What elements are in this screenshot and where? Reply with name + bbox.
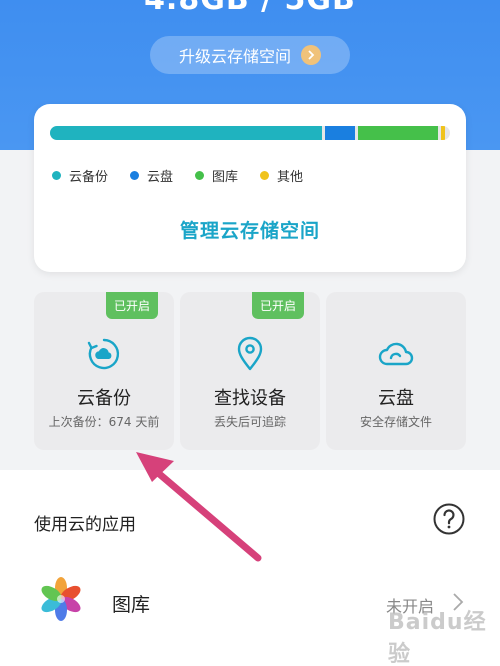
usage-segment	[358, 126, 438, 140]
legend-dot	[260, 171, 270, 180]
legend-dot	[130, 171, 140, 180]
legend-dot	[195, 171, 205, 180]
cloud-backup-icon	[87, 338, 120, 370]
gallery-pinwheel-icon	[41, 577, 81, 621]
location-pin-icon	[237, 336, 263, 371]
tile-title: 查找设备	[214, 388, 286, 409]
tile-subtitle: 上次备份：674 天前	[48, 415, 160, 429]
upgrade-storage-label: 升级云存储空间	[178, 47, 291, 66]
legend-label: 图库	[212, 170, 239, 185]
app-name: 图库	[112, 594, 151, 616]
tile-title: 云备份	[77, 388, 131, 409]
manage-storage-link[interactable]: 管理云存储空间	[34, 216, 466, 243]
chevron-right-icon	[301, 45, 321, 65]
tile-cloud-backup[interactable]: 已开启 云备份 上次备份：674 天前	[34, 292, 174, 450]
storage-legend: 云备份 云盘 图库 其他	[52, 166, 303, 185]
storage-card: 云备份 云盘 图库 其他 管理云存储空间	[34, 104, 466, 272]
feature-tiles: 已开启 云备份 上次备份：674 天前 已开启 查找设备 丢失后可追踪 云盘 安…	[34, 292, 466, 450]
legend-dot	[52, 171, 61, 180]
usage-segment	[50, 126, 322, 140]
legend-item-cloud-drive: 云盘	[130, 166, 173, 185]
legend-label: 其他	[277, 170, 304, 185]
question-circle-icon[interactable]	[432, 502, 466, 536]
watermark-logo: Baidu经验	[388, 610, 487, 666]
enabled-badge: 已开启	[105, 292, 158, 319]
tile-cloud-drive[interactable]: 云盘 安全存储文件	[326, 292, 466, 450]
cloud-drive-icon	[378, 342, 414, 366]
upgrade-storage-button[interactable]: 升级云存储空间	[150, 36, 350, 74]
usage-segment	[325, 126, 355, 140]
tile-find-device[interactable]: 已开启 查找设备 丢失后可追踪	[180, 292, 320, 450]
tile-title: 云盘	[378, 388, 414, 409]
legend-item-cloud-backup: 云备份	[52, 166, 108, 185]
legend-item-other: 其他	[260, 166, 303, 185]
tile-subtitle: 安全存储文件	[359, 415, 432, 429]
legend-label: 云盘	[147, 170, 174, 185]
tile-subtitle: 丢失后可追踪	[213, 415, 286, 429]
storage-usage-bar	[50, 126, 450, 140]
usage-segment	[441, 126, 445, 140]
storage-usage-text: 4.8GB / 5GB	[0, 0, 500, 17]
legend-label: 云备份	[69, 170, 109, 185]
enabled-badge: 已开启	[251, 292, 304, 319]
legend-item-gallery: 图库	[195, 166, 238, 185]
section-title: 使用云的应用	[34, 515, 136, 535]
